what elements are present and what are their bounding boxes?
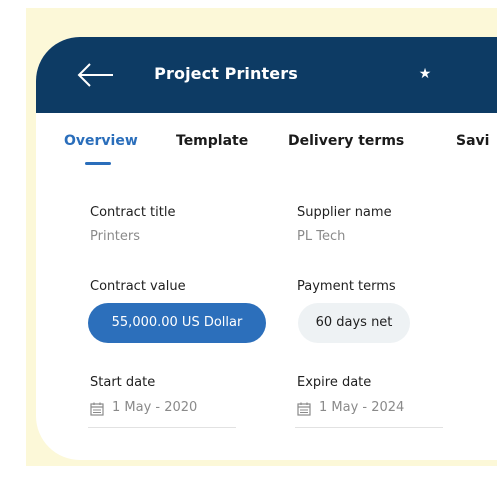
active-tab-indicator [85,162,111,165]
app-header: Project Printers ★ [36,37,497,113]
calendar-icon [297,402,311,416]
calendar-icon [90,402,104,416]
start-date-value: 1 May - 2020 [112,400,198,415]
tab-delivery-terms[interactable]: Delivery terms [288,133,404,149]
star-icon: ★ [418,66,432,82]
start-date-divider [88,427,236,428]
supplier-name-value: PL Tech [297,229,346,244]
page-title: Project Printers [154,64,298,83]
expire-date-field[interactable]: 1 May - 2024 [297,397,442,423]
tab-overview[interactable]: Overview [64,133,138,149]
contract-value-label: Contract value [90,279,186,294]
tab-template[interactable]: Template [176,133,248,149]
contract-value-pill[interactable]: 55,000.00 US Dollar [88,303,266,343]
expire-date-divider [295,427,443,428]
expire-date-value: 1 May - 2024 [319,400,405,415]
start-date-field[interactable]: 1 May - 2020 [90,397,235,423]
favorite-button[interactable]: ★ [416,65,434,83]
supplier-name-label: Supplier name [297,205,392,220]
payment-terms-pill[interactable]: 60 days net [298,303,410,343]
contract-card: Project Printers ★ Overview Template Del… [36,37,497,460]
contract-title-value: Printers [90,229,141,244]
tab-savings[interactable]: Savi [456,133,489,149]
tab-bar: Overview Template Delivery terms Savi [36,113,497,165]
payment-terms-label: Payment terms [297,279,396,294]
expire-date-label: Expire date [297,375,372,390]
contract-title-label: Contract title [90,205,176,220]
start-date-label: Start date [90,375,156,390]
